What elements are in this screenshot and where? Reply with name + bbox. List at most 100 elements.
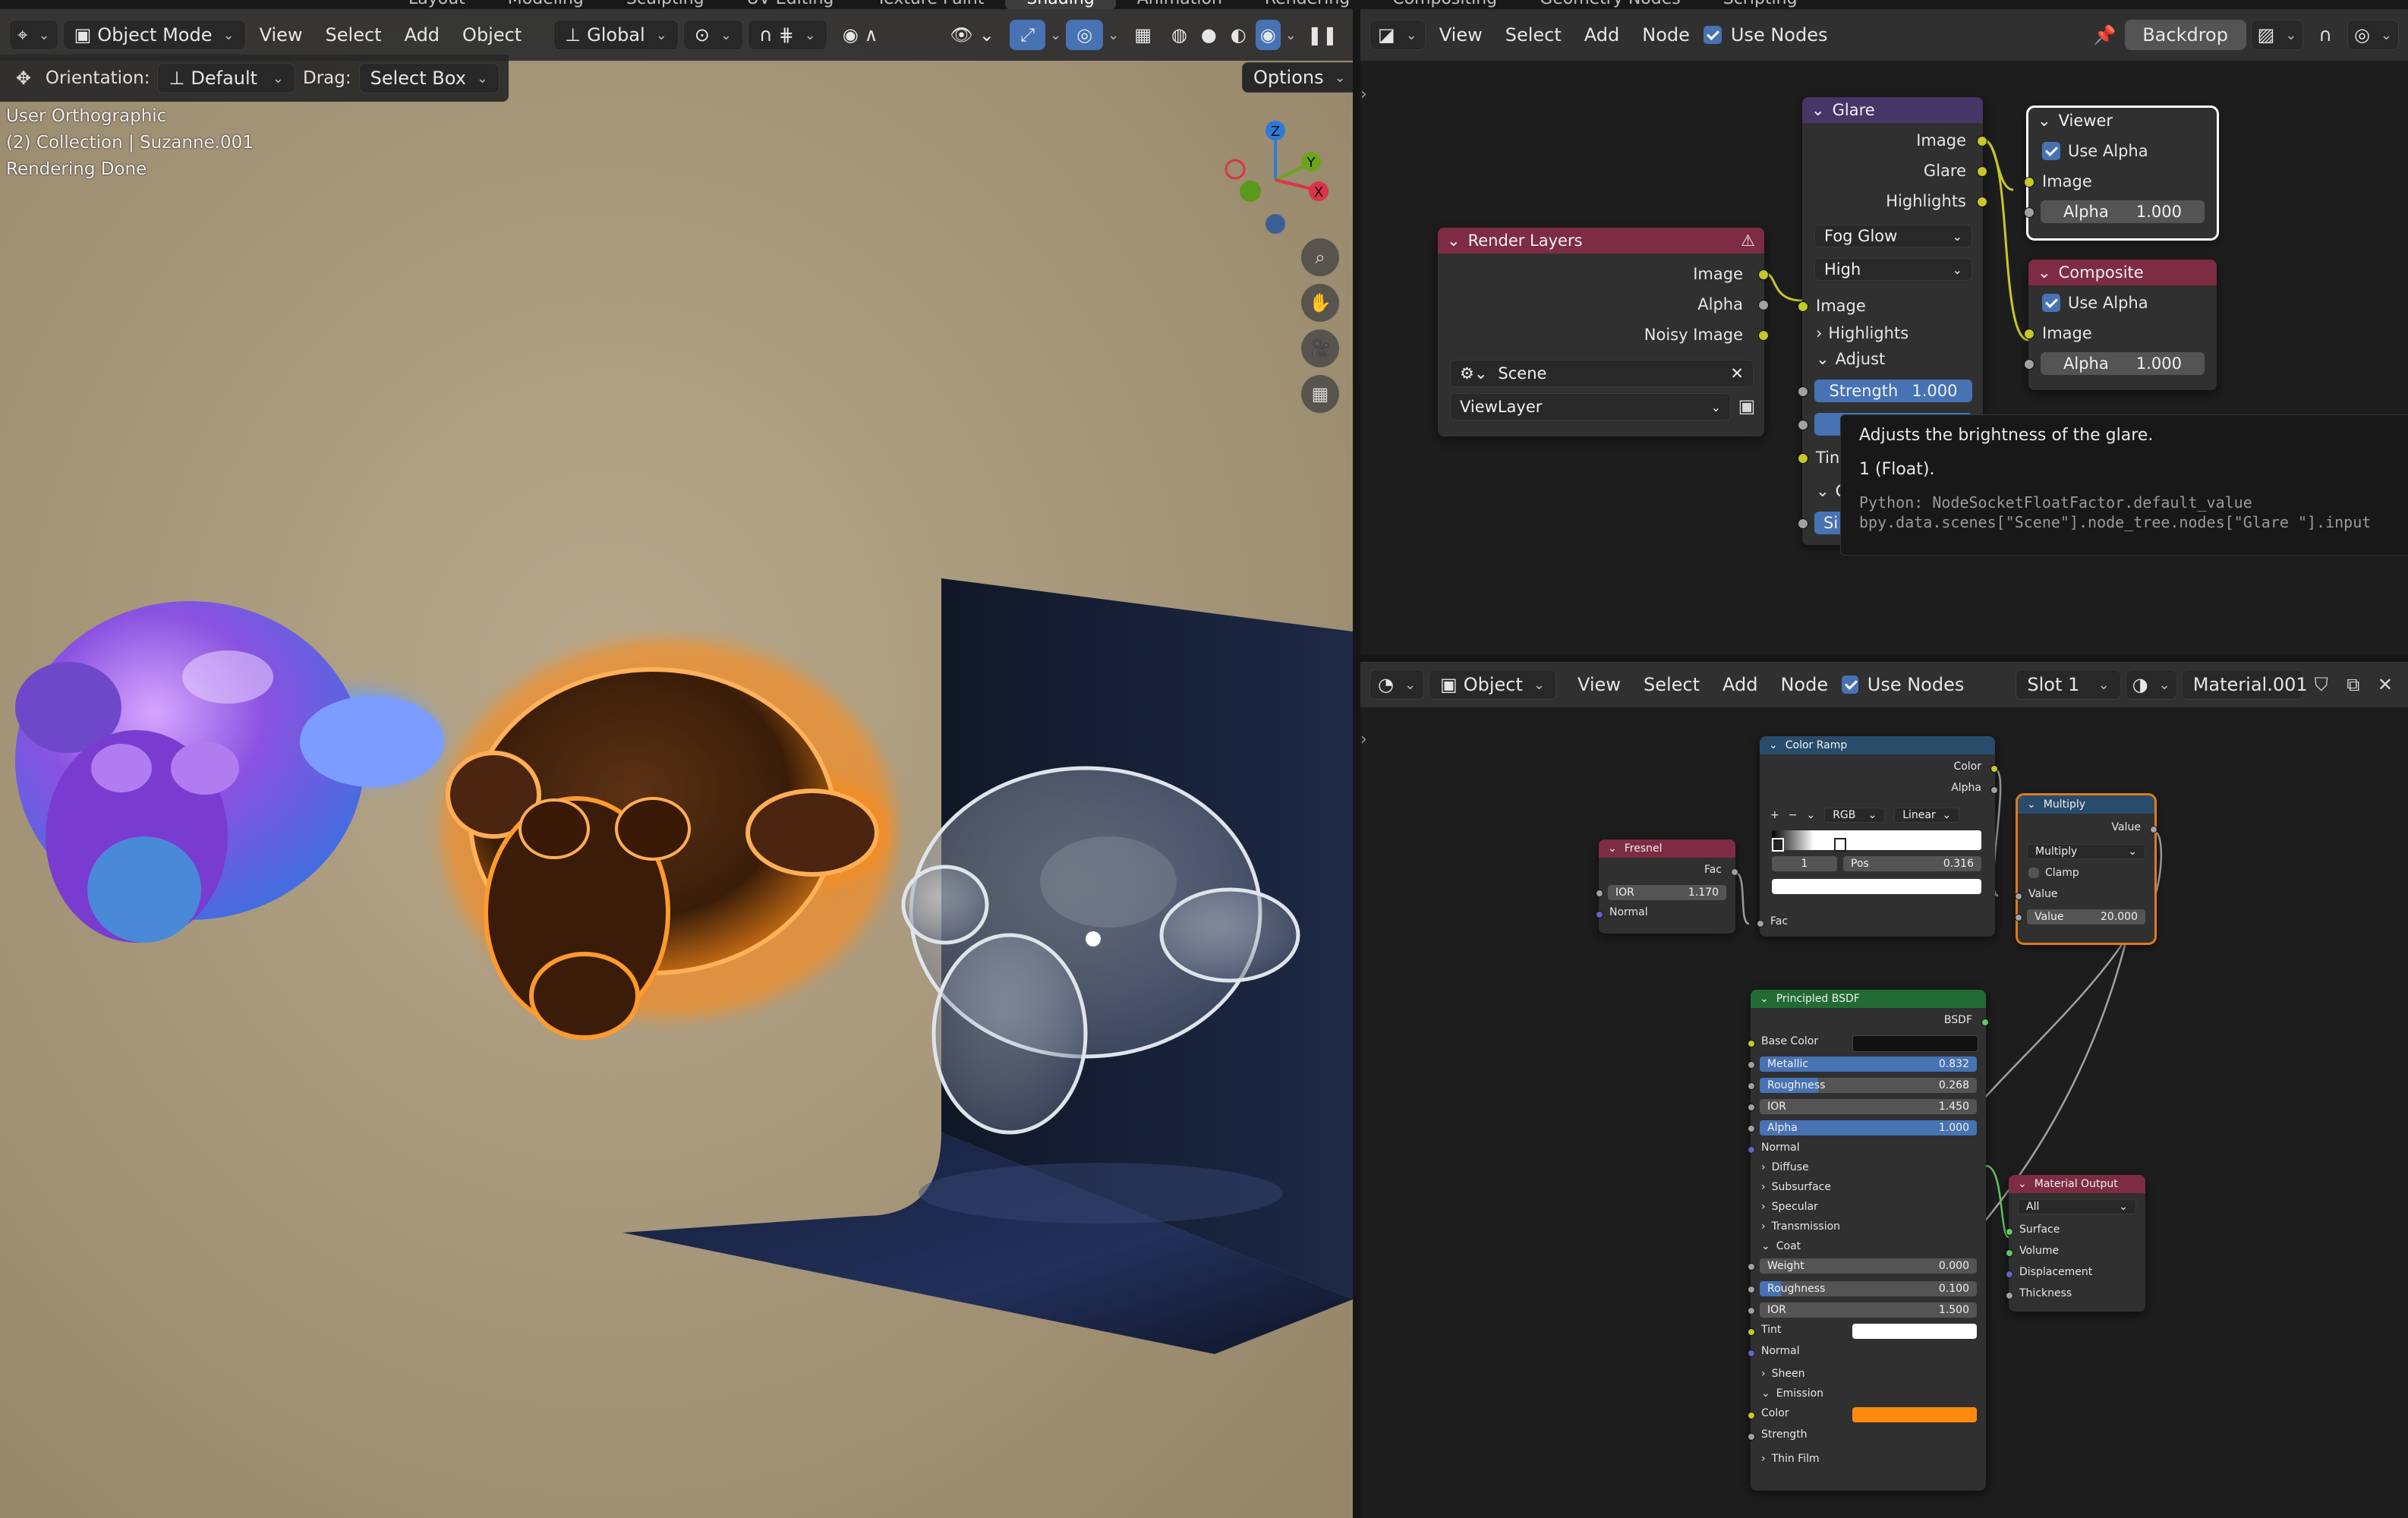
workspace-tab[interactable]: UV Editing <box>726 0 856 9</box>
shading-rendered[interactable]: ◉ <box>1255 20 1281 50</box>
composite-alpha-socket[interactable] <box>2024 359 2035 370</box>
sheen-panel[interactable]: › Sheen <box>1751 1365 1986 1383</box>
pan-hand-icon[interactable]: ✋ <box>1301 284 1339 322</box>
ramp-color-socket[interactable] <box>1990 765 1998 773</box>
gizmo-toggle[interactable]: ⤢ <box>1009 20 1046 50</box>
glare-type-select[interactable]: Fog Glow ⌄ <box>1814 225 1972 247</box>
tool-orientation-select[interactable]: ⊥ Default ⌄ <box>157 63 296 93</box>
viewport-menu-select[interactable]: Select <box>317 24 391 46</box>
proportional-editing-button[interactable]: ◉ ∧ <box>832 20 889 50</box>
base-color-swatch[interactable] <box>1852 1035 1978 1052</box>
zoom-icon[interactable]: ⌕ <box>1301 238 1339 276</box>
ior-field[interactable]: IOR 1.450 <box>1760 1099 1977 1114</box>
pause-render-button[interactable]: ❚❚ <box>1301 20 1344 50</box>
rl-image-socket[interactable] <box>1758 269 1769 280</box>
remove-stop-icon[interactable]: − <box>1789 809 1798 821</box>
camera-view-icon[interactable]: 🎥 <box>1301 329 1339 367</box>
ramp-interpolation[interactable]: Linear ⌄ <box>1894 808 1960 823</box>
ramp-stop-color-swatch[interactable] <box>1772 879 1981 894</box>
glare-size-socket[interactable] <box>1798 518 1808 529</box>
viewer-alpha-socket[interactable] <box>2024 207 2035 218</box>
view-layer-browse-icon[interactable]: ▣ <box>1732 392 1761 420</box>
roughness-socket[interactable] <box>1748 1082 1755 1090</box>
drag-select[interactable]: Select Box ⌄ <box>358 63 500 93</box>
roughness-field[interactable]: Roughness 0.268 <box>1760 1078 1977 1093</box>
alpha-socket[interactable] <box>1748 1125 1755 1132</box>
emission-panel[interactable]: ⌄ Emission <box>1751 1384 1986 1403</box>
glare-strength-socket[interactable] <box>1798 386 1808 397</box>
subsurface-panel[interactable]: › Subsurface <box>1751 1178 1986 1196</box>
glare-highlights-panel[interactable]: › Highlights <box>1802 322 1983 345</box>
overlay-toggle[interactable]: ◎ <box>1066 20 1104 50</box>
xray-toggle[interactable]: ▦ <box>1124 20 1162 50</box>
glare-adjust-panel[interactable]: ⌄ Adjust <box>1802 348 1983 370</box>
snap-select[interactable]: ∩ ⋕ ⌄ <box>747 20 827 50</box>
composite-node[interactable]: ⌄ Composite Use Alpha Image Alpha 1.000 <box>2024 260 2217 390</box>
diffuse-panel[interactable]: › Diffuse <box>1751 1158 1986 1176</box>
coat-tint-swatch[interactable] <box>1852 1324 1977 1339</box>
fresnel-fac-socket[interactable] <box>1731 868 1738 876</box>
visibility-toggle[interactable]: 👁 ⌄ <box>939 20 1005 50</box>
ramp-stop-white[interactable] <box>1834 838 1846 852</box>
ior-socket[interactable] <box>1748 1104 1755 1111</box>
render-layers-node[interactable]: ⌄ Render Layers ⚠ Image Alpha Noisy Image … <box>1438 228 1769 436</box>
workspace-tab[interactable]: Sculpting <box>605 0 726 9</box>
shading-wireframe[interactable]: ◍ <box>1167 20 1192 50</box>
workspace-tab[interactable]: Animation <box>1116 0 1243 9</box>
glare-glare-socket[interactable] <box>1977 166 1987 177</box>
scene-field[interactable]: ⚙⌄ Scene ✕ <box>1450 360 1754 387</box>
color-ramp-node[interactable]: ⌄ Color Ramp Color Alpha + − ⌄ RGB ⌄ Linea… <box>1757 736 1998 937</box>
composite-use-alpha-checkbox[interactable] <box>2042 294 2060 312</box>
workspace-tab[interactable]: Scripting <box>1702 0 1819 9</box>
workspace-tab[interactable]: Shading <box>1005 0 1116 9</box>
glare-image-socket[interactable] <box>1977 136 1987 146</box>
thin-film-panel[interactable]: › Thin Film <box>1751 1450 1986 1468</box>
transform-orientation-select[interactable]: ⊥ Global ⌄ <box>553 20 679 50</box>
shader-editor[interactable]: ◔ ⌄ ▣ Object ⌄ View Select Add Node Use Nod… <box>1360 662 2408 1518</box>
coat-panel[interactable]: ⌄ Coat <box>1751 1237 1986 1255</box>
mode-select[interactable]: ▣ Object Mode ⌄ <box>62 20 246 50</box>
glare-saturation-socket[interactable] <box>1798 420 1808 430</box>
ramp-stop-pos[interactable]: Pos 0.316 <box>1843 856 1981 871</box>
multiply-in-socket-2[interactable] <box>2015 914 2022 921</box>
coat-roughness-socket[interactable] <box>1748 1286 1755 1293</box>
ramp-color-mode[interactable]: RGB ⌄ <box>1824 808 1886 823</box>
fresnel-ior-socket[interactable] <box>1596 890 1603 897</box>
ramp-alpha-socket[interactable] <box>1990 786 1998 794</box>
workspace-tab[interactable]: Compositing <box>1371 0 1518 9</box>
shading-solid[interactable]: ● <box>1196 20 1221 50</box>
ramp-gradient-bar[interactable] <box>1772 830 1981 850</box>
multiply-node[interactable]: ⌄ Multiply Value Multiply ⌄ Clamp Value Va… <box>2015 793 2157 945</box>
ramp-stop-index[interactable]: 1 <box>1772 856 1837 871</box>
workspace-tab[interactable]: Layout <box>387 0 487 9</box>
multiply-value-field[interactable]: Value 20.000 <box>2027 909 2145 924</box>
shading-material[interactable]: ◐ <box>1226 20 1251 50</box>
view-layer-field[interactable]: ViewLayer ⌄ <box>1450 393 1731 420</box>
coat-ior-field[interactable]: IOR 1.500 <box>1760 1302 1977 1318</box>
coat-weight-socket[interactable] <box>1748 1263 1755 1271</box>
coat-weight-field[interactable]: Weight 0.000 <box>1760 1258 1977 1274</box>
compositor-editor[interactable]: ◪ ⌄ View Select Add Node Use Nodes 📌 Back… <box>1360 9 2408 654</box>
workspace-tab[interactable]: Texture Paint <box>855 0 1005 9</box>
viewer-node[interactable]: ⌄ Viewer Use Alpha Image Alpha 1.000 <box>2024 106 2219 241</box>
emission-color-swatch[interactable] <box>1852 1407 1977 1422</box>
coat-roughness-field[interactable]: Roughness 0.100 <box>1760 1281 1977 1296</box>
glare-strength-field[interactable]: Strength 1.000 <box>1814 380 1972 402</box>
clear-icon[interactable]: ✕ <box>1730 364 1744 383</box>
rl-alpha-socket[interactable] <box>1758 300 1769 310</box>
clamp-checkbox[interactable] <box>2028 868 2039 878</box>
viewport-menu-object[interactable]: Object <box>453 24 531 46</box>
viewer-alpha-field[interactable]: Alpha 1.000 <box>2041 200 2205 223</box>
multiply-value-socket[interactable] <box>2150 826 2157 833</box>
multiply-operation-select[interactable]: Multiply ⌄ <box>2027 844 2145 859</box>
viewer-use-alpha-checkbox[interactable] <box>2042 142 2060 160</box>
workspace-tab[interactable]: Geometry Nodes <box>1518 0 1702 9</box>
output-target-select[interactable]: All ⌄ <box>2018 1199 2136 1214</box>
workspace-tab[interactable]: Rendering <box>1243 0 1371 9</box>
navigation-gizmo[interactable]: Z Y X <box>1211 112 1340 241</box>
viewport-menu-add[interactable]: Add <box>396 24 449 46</box>
options-button[interactable]: Options ⌄ <box>1242 62 1353 93</box>
principled-bsdf-node[interactable]: ⌄ Principled BSDF BSDF Base Color Metalli… <box>1748 990 1989 1491</box>
metallic-socket[interactable] <box>1748 1061 1755 1069</box>
ramp-stop-black[interactable] <box>1772 838 1784 852</box>
